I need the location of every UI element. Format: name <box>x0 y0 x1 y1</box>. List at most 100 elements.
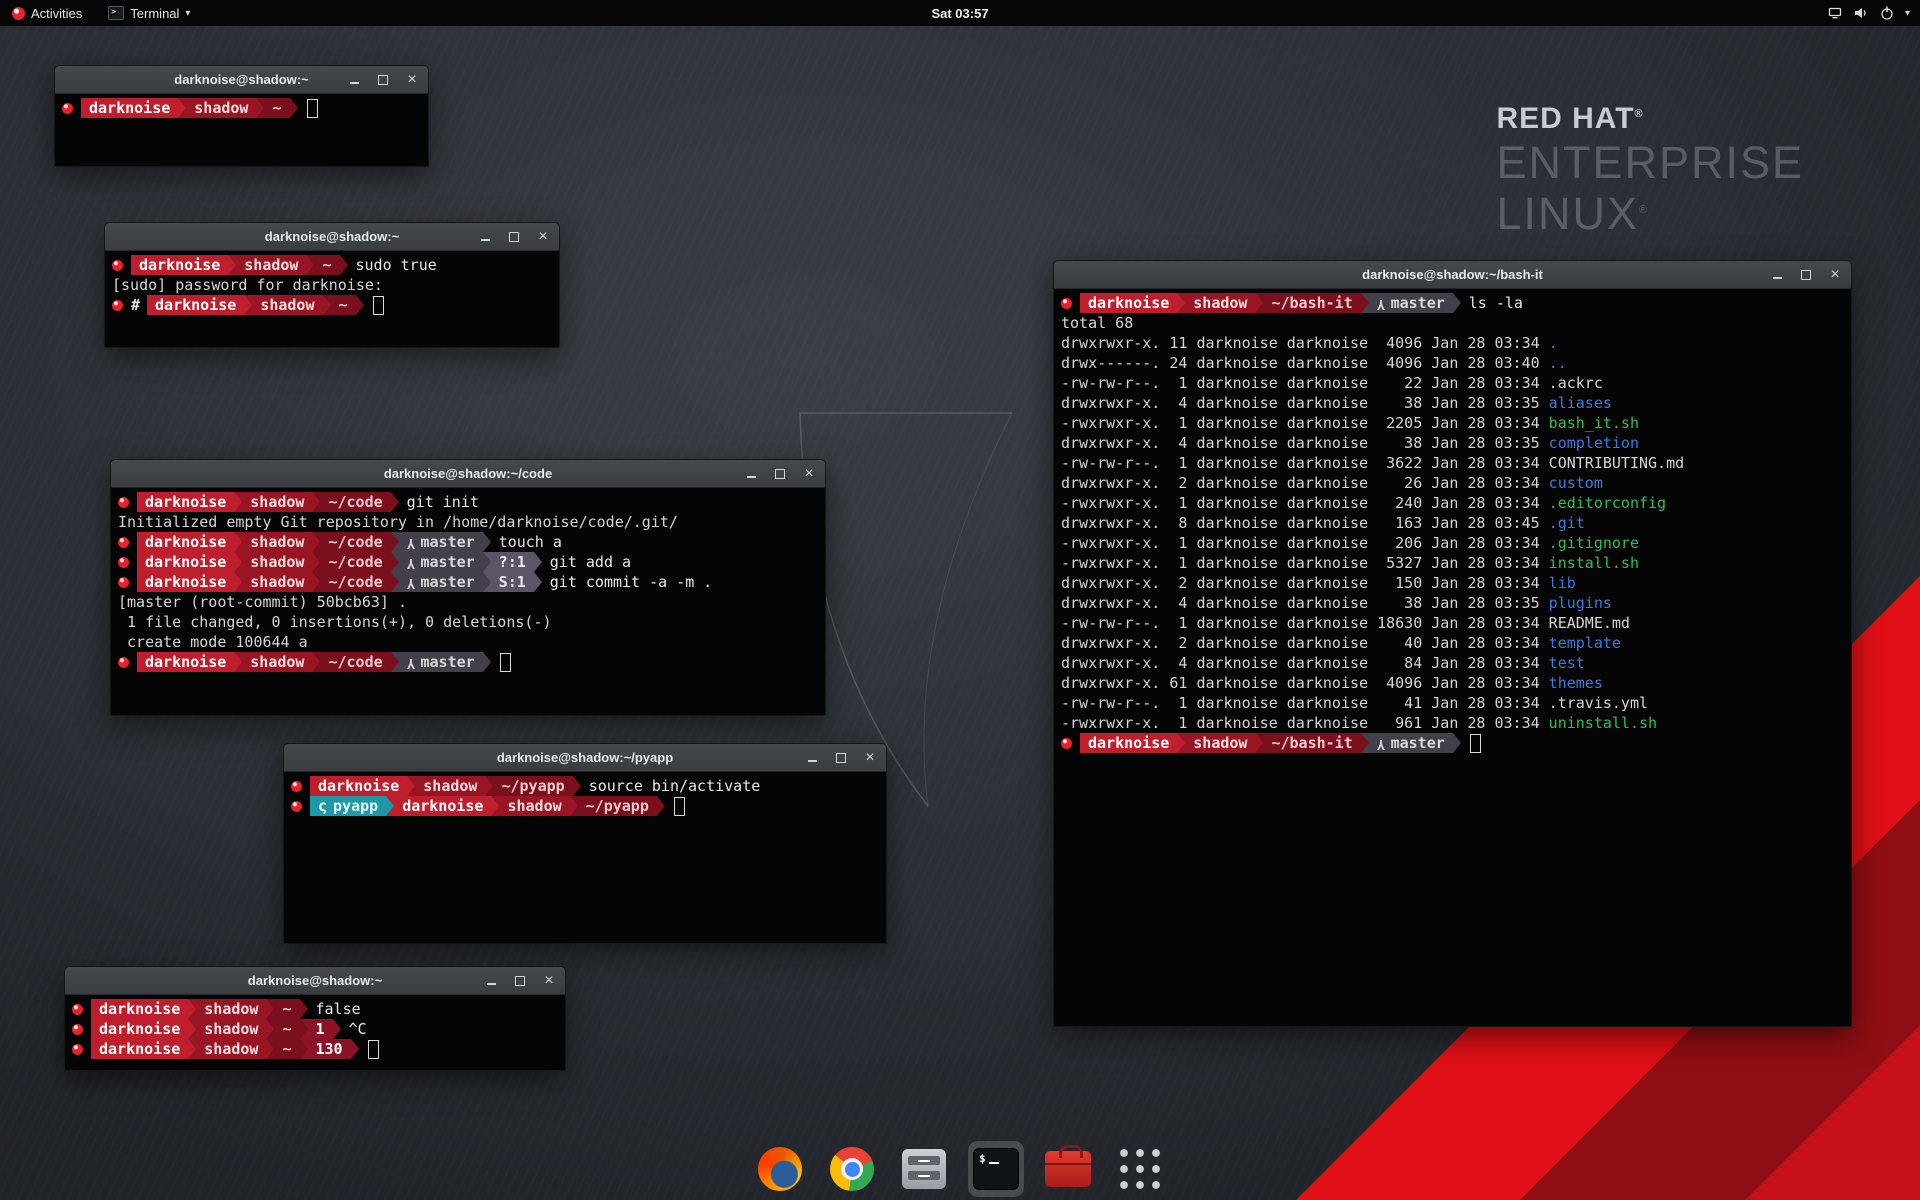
dock-item-toolbox[interactable] <box>1040 1141 1096 1197</box>
segment-text: darknoise <box>1088 294 1169 312</box>
powerline-separator-icon <box>483 532 491 552</box>
segment-text: darknoise <box>318 777 399 795</box>
segment-text: shadow <box>204 1040 258 1058</box>
terminal-screen[interactable]: darknoiseshadow~/pyappsource bin/activat… <box>284 772 886 944</box>
terminal-line: darknoiseshadow~/codeYmastertouch a <box>118 532 818 552</box>
terminal-line: darknoiseshadow~sudo true <box>112 255 552 275</box>
terminal-window: darknoise@shadow:~/pyapp×darknoiseshadow… <box>283 743 887 944</box>
prompt-segment-host: shadow <box>242 652 312 672</box>
segment-text: ~ <box>282 1000 291 1018</box>
activities-button[interactable]: Activities <box>8 0 86 26</box>
terminal-screen[interactable]: darknoiseshadow~/bash-itYmasterls -latot… <box>1054 289 1851 1027</box>
terminal-screen[interactable]: darknoiseshadow~/codegit initInitialized… <box>111 488 825 716</box>
minimize-button[interactable] <box>478 230 492 244</box>
file-name: lib <box>1549 574 1576 592</box>
git-branch-icon: Y <box>407 535 415 550</box>
prompt-segment-git: Ymaster <box>399 652 483 672</box>
minimize-button[interactable] <box>805 751 819 765</box>
segment-text: darknoise <box>145 653 226 671</box>
window-titlebar[interactable]: darknoise@shadow:~× <box>65 967 565 995</box>
files-icon <box>902 1149 946 1189</box>
output-text: [sudo] password for darknoise: <box>112 276 383 294</box>
prompt-segment-path: ~/code <box>320 492 390 512</box>
file-name: .git <box>1549 514 1585 532</box>
redhat-icon <box>118 497 129 508</box>
text-cursor <box>1470 734 1481 753</box>
ls-row-columns: drwxrwxr-x. 4 darknoise darknoise 38 Jan… <box>1061 434 1549 452</box>
terminal-screen[interactable]: darknoiseshadow~ <box>55 94 428 167</box>
command-text: touch a <box>491 533 562 551</box>
maximize-icon <box>515 976 525 986</box>
prompt-segment-path: ~/code <box>320 552 390 572</box>
maximize-button[interactable] <box>1799 268 1813 282</box>
close-icon: × <box>804 467 813 481</box>
maximize-button[interactable] <box>513 974 527 988</box>
dock-item-app-grid[interactable] <box>1112 1141 1168 1197</box>
app-menu[interactable]: > Terminal ▾ <box>104 0 194 26</box>
minimize-button[interactable] <box>744 467 758 481</box>
powerline-separator-icon <box>300 999 308 1019</box>
segment-text: ~ <box>272 99 281 117</box>
powerline-separator-icon <box>391 492 399 512</box>
window-controls: × <box>805 744 877 771</box>
terminal-screen[interactable]: darknoiseshadow~sudo true[sudo] password… <box>105 251 559 348</box>
powerline-separator-icon <box>333 1019 341 1039</box>
maximize-button[interactable] <box>507 230 521 244</box>
minimize-button[interactable] <box>1770 268 1784 282</box>
close-button[interactable]: × <box>1828 268 1842 282</box>
segment-text: ~/code <box>328 573 382 591</box>
close-button[interactable]: × <box>863 751 877 765</box>
output-text: [master (root-commit) 50bcb63] . <box>118 593 407 611</box>
terminal-line: darknoiseshadow~/bash-itYmasterls -la <box>1061 293 1844 313</box>
close-button[interactable]: × <box>542 974 556 988</box>
ls-row-columns: drwxrwxr-x. 4 darknoise darknoise 38 Jan… <box>1061 394 1549 412</box>
prompt-segment-venv: ςpyapp <box>310 796 386 816</box>
close-button[interactable]: × <box>536 230 550 244</box>
terminal-line: drwxrwxr-x. 4 darknoise darknoise 38 Jan… <box>1061 593 1844 613</box>
terminal-screen[interactable]: darknoiseshadow~falsedarknoiseshadow~1^C… <box>65 995 565 1071</box>
system-status-area[interactable]: ▾ <box>1823 0 1914 26</box>
clock[interactable]: Sat 03:57 <box>931 6 988 21</box>
prompt-segment-user: darknoise <box>1080 293 1177 313</box>
terminal-line: [master (root-commit) 50bcb63] . <box>118 592 818 612</box>
ls-row-columns: drwxrwxr-x. 2 darknoise darknoise 150 Ja… <box>1061 574 1549 592</box>
window-titlebar[interactable]: darknoise@shadow:~/pyapp× <box>284 744 886 772</box>
terminal-line: -rwxrwxr-x. 1 darknoise darknoise 5327 J… <box>1061 553 1844 573</box>
terminal-line: drwxrwxr-x. 4 darknoise darknoise 38 Jan… <box>1061 433 1844 453</box>
close-button[interactable]: × <box>802 467 816 481</box>
maximize-button[interactable] <box>834 751 848 765</box>
window-titlebar[interactable]: darknoise@shadow:~/bash-it× <box>1054 261 1851 289</box>
dock-item-terminal[interactable]: $ <box>968 1141 1024 1197</box>
minimize-button[interactable] <box>484 974 498 988</box>
dock-item-chrome[interactable] <box>824 1141 880 1197</box>
window-title: darknoise@shadow:~/code <box>384 466 552 481</box>
chrome-icon <box>830 1147 874 1191</box>
dock-item-firefox[interactable] <box>752 1141 808 1197</box>
maximize-button[interactable] <box>376 73 390 87</box>
prompt-segment-user: darknoise <box>137 492 234 512</box>
maximize-button[interactable] <box>773 467 787 481</box>
ls-row-columns: drwxrwxr-x. 8 darknoise darknoise 163 Ja… <box>1061 514 1549 532</box>
file-name: .editorconfig <box>1549 494 1666 512</box>
segment-text: master <box>1391 734 1445 752</box>
close-button[interactable]: × <box>405 73 419 87</box>
segment-text: shadow <box>250 573 304 591</box>
powerline-separator-icon <box>234 492 242 512</box>
powerline-separator-icon <box>534 572 542 592</box>
powerline-separator-icon <box>1453 293 1461 313</box>
powerline-separator-icon <box>312 572 320 592</box>
ls-row-columns: drwxrwxr-x. 2 darknoise darknoise 26 Jan… <box>1061 474 1549 492</box>
minimize-button[interactable] <box>347 73 361 87</box>
terminal-line: drwxrwxr-x. 4 darknoise darknoise 38 Jan… <box>1061 393 1844 413</box>
python-icon: ς <box>318 797 327 815</box>
prompt-segment-host: shadow <box>1185 733 1255 753</box>
window-titlebar[interactable]: darknoise@shadow:~× <box>55 66 428 94</box>
minimize-icon <box>350 82 359 84</box>
window-titlebar[interactable]: darknoise@shadow:~× <box>105 223 559 251</box>
dock-item-files[interactable] <box>896 1141 952 1197</box>
file-name: template <box>1549 634 1621 652</box>
prompt-segment-stat: ?:1 <box>491 552 534 572</box>
powerline-separator-icon <box>266 999 274 1019</box>
file-name: aliases <box>1549 394 1612 412</box>
window-titlebar[interactable]: darknoise@shadow:~/code × <box>111 460 825 488</box>
